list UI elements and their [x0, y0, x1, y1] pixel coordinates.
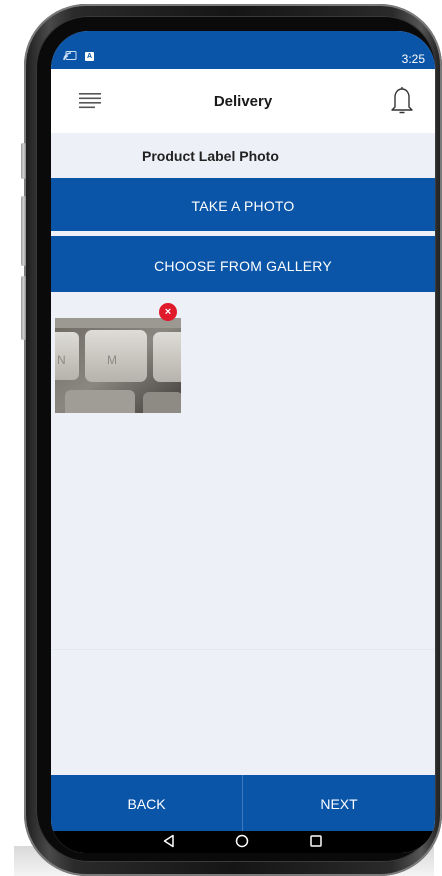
home-circle-icon[interactable] — [235, 834, 249, 848]
system-navigation-bar — [51, 831, 435, 853]
photo-thumbnail[interactable]: N M — [55, 318, 181, 413]
page-title: Delivery — [213, 93, 273, 110]
key-letter-m: M — [107, 353, 117, 367]
cast-icon — [63, 51, 77, 61]
back-triangle-icon[interactable] — [162, 834, 176, 848]
volume-down-button — [21, 196, 26, 266]
bell-icon[interactable] — [389, 85, 415, 115]
recents-square-icon[interactable] — [309, 834, 323, 848]
back-button[interactable]: BACK — [51, 775, 242, 831]
power-button — [21, 276, 26, 340]
take-photo-button[interactable]: TAKE A PHOTO — [51, 178, 435, 231]
app-header: Delivery — [51, 69, 435, 133]
keyboard-photo: N M — [55, 318, 181, 413]
volume-up-button — [21, 143, 26, 179]
a-badge-icon: A — [85, 51, 94, 61]
status-time: 3:25 — [401, 52, 425, 66]
remove-photo-button[interactable]: × — [159, 303, 177, 321]
phone-screen: A 3:25 Delivery Product Label Photo TAKE… — [51, 31, 435, 853]
key-letter-n: N — [57, 353, 66, 367]
content-divider — [51, 649, 435, 650]
next-button[interactable]: NEXT — [243, 775, 435, 831]
device-mockup: A 3:25 Delivery Product Label Photo TAKE… — [0, 0, 442, 876]
bottom-action-bar: BACK NEXT — [51, 775, 435, 831]
choose-from-gallery-button[interactable]: CHOOSE FROM GALLERY — [51, 236, 435, 292]
status-icons: A — [63, 51, 94, 61]
status-bar: A 3:25 — [51, 31, 435, 69]
section-title: Product Label Photo — [142, 148, 279, 164]
